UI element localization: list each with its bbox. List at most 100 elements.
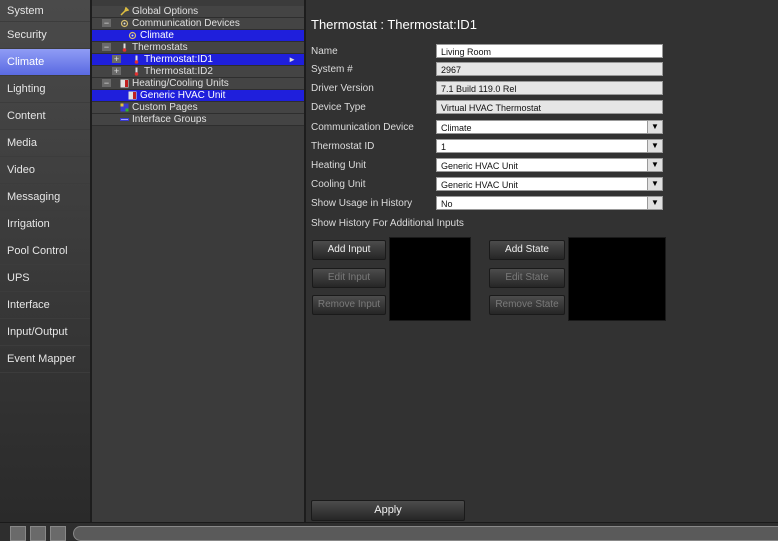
name-label: Name [311,46,338,57]
usage-history-select[interactable]: No ▼ [436,196,663,210]
tree-item-custom-pages[interactable]: Custom Pages [92,102,304,114]
tree-item-label: Thermostat:ID2 [144,66,213,77]
collapse-toggle-icon[interactable]: − [102,43,111,52]
tree-item-thermostat-id1[interactable]: + Thermostat:ID1 ► [92,54,304,66]
driver-version-label: Driver Version [311,83,374,94]
add-input-button[interactable]: Add Input [312,240,386,260]
usage-history-row: Show Usage in History No ▼ [306,196,778,212]
system-number-row: System # 2967 [306,62,778,78]
system-number-field: 2967 [436,62,663,76]
remove-input-button[interactable]: Remove Input [312,295,386,315]
states-list[interactable] [568,237,666,321]
nav-item-interface[interactable]: Interface [0,292,90,319]
tree-item-label: Thermostat:ID1 [144,54,213,65]
heating-unit-row: Heating Unit Generic HVAC Unit ▼ [306,158,778,174]
nav-item-security[interactable]: Security [0,22,90,49]
heating-unit-select[interactable]: Generic HVAC Unit ▼ [436,158,663,172]
hvac-unit-icon [120,79,129,88]
tree-item-label: Interface Groups [132,114,207,125]
main-nav: System Security Climate Lighting Content… [0,0,90,522]
hvac-unit-icon [128,91,137,100]
dropdown-arrow-icon[interactable]: ▼ [647,178,662,190]
thermometer-icon [132,67,141,76]
satellite-icon [120,19,129,28]
tree-item-thermostats[interactable]: − Thermostats [92,42,304,54]
communication-device-row: Communication Device Climate ▼ [306,120,778,136]
dropdown-arrow-icon[interactable]: ▼ [647,159,662,171]
tree-item-interface-groups[interactable]: Interface Groups [92,114,304,126]
custom-pages-icon [120,103,129,112]
driver-version-field: 7.1 Build 119.0 Rel [436,81,663,95]
edit-input-button[interactable]: Edit Input [312,268,386,288]
system-number-label: System # [311,64,353,75]
tree-item-generic-hvac-unit[interactable]: Generic HVAC Unit [92,90,304,102]
communication-device-select[interactable]: Climate ▼ [436,120,663,134]
nav-item-system[interactable]: System [0,0,90,22]
tree-item-label: Global Options [132,6,199,17]
add-state-button[interactable]: Add State [489,240,565,260]
nav-item-pool-control[interactable]: Pool Control [0,238,90,265]
additional-inputs-label: Show History For Additional Inputs [311,218,464,229]
name-field[interactable]: Living Room [436,44,663,58]
cooling-unit-value: Generic HVAC Unit [441,180,518,190]
thermostat-properties-panel: Thermostat : Thermostat:ID1 Name Living … [306,0,778,522]
status-indicator [30,526,46,541]
tree-item-label: Custom Pages [132,102,198,113]
thermostat-id-label: Thermostat ID [311,141,375,152]
heating-unit-value: Generic HVAC Unit [441,161,518,171]
nav-item-ups[interactable]: UPS [0,265,90,292]
cooling-unit-label: Cooling Unit [311,179,366,190]
status-bar [0,522,778,541]
tree-item-label: Communication Devices [132,18,240,29]
tree-item-climate[interactable]: Climate [92,30,304,42]
apply-button[interactable]: Apply [311,500,465,521]
tree-item-label: Heating/Cooling Units [132,78,229,89]
nav-item-lighting[interactable]: Lighting [0,76,90,103]
tree-item-label: Generic HVAC Unit [140,90,226,101]
communication-device-label: Communication Device [311,122,414,133]
expand-toggle-icon[interactable]: + [112,55,121,64]
nav-item-messaging[interactable]: Messaging [0,184,90,211]
edit-state-button[interactable]: Edit State [489,268,565,288]
nav-item-climate[interactable]: Climate [0,49,90,76]
thermostat-id-select[interactable]: 1 ▼ [436,139,663,153]
nav-item-irrigation[interactable]: Irrigation [0,211,90,238]
status-indicator [50,526,66,541]
submenu-arrow-icon: ► [288,55,296,64]
dropdown-arrow-icon[interactable]: ▼ [647,197,662,209]
nav-item-media[interactable]: Media [0,130,90,157]
tree-item-thermostat-id2[interactable]: + Thermostat:ID2 [92,66,304,78]
collapse-toggle-icon[interactable]: − [102,19,111,28]
interface-groups-icon [120,115,129,124]
device-type-row: Device Type Virtual HVAC Thermostat [306,100,778,116]
heating-unit-label: Heating Unit [311,160,367,171]
nav-item-input-output[interactable]: Input/Output [0,319,90,346]
tree-item-label: Climate [140,30,174,41]
device-tree: Global Options − Communication Devices C… [90,0,306,522]
device-type-field: Virtual HVAC Thermostat [436,100,663,114]
remove-state-button[interactable]: Remove State [489,295,565,315]
nav-item-event-mapper[interactable]: Event Mapper [0,346,90,373]
dropdown-arrow-icon[interactable]: ▼ [647,121,662,133]
nav-item-content[interactable]: Content [0,103,90,130]
additional-inputs-list[interactable] [389,237,471,321]
device-type-label: Device Type [311,102,366,113]
tree-item-global-options[interactable]: Global Options [92,6,304,18]
tree-item-heating-cooling-units[interactable]: − Heating/Cooling Units [92,78,304,90]
cooling-unit-select[interactable]: Generic HVAC Unit ▼ [436,177,663,191]
nav-item-video[interactable]: Video [0,157,90,184]
cooling-unit-row: Cooling Unit Generic HVAC Unit ▼ [306,177,778,193]
expand-toggle-icon[interactable]: + [112,67,121,76]
usage-history-label: Show Usage in History [311,198,413,209]
tree-item-label: Thermostats [132,42,188,53]
driver-version-row: Driver Version 7.1 Build 119.0 Rel [306,81,778,97]
wrench-icon [120,6,130,16]
status-message-field [73,526,778,541]
collapse-toggle-icon[interactable]: − [102,79,111,88]
communication-device-value: Climate [441,123,472,133]
status-indicator [10,526,26,541]
dropdown-arrow-icon[interactable]: ▼ [647,140,662,152]
tree-item-communication-devices[interactable]: − Communication Devices [92,18,304,30]
thermometer-icon [132,55,141,64]
name-row: Name Living Room [306,44,778,60]
